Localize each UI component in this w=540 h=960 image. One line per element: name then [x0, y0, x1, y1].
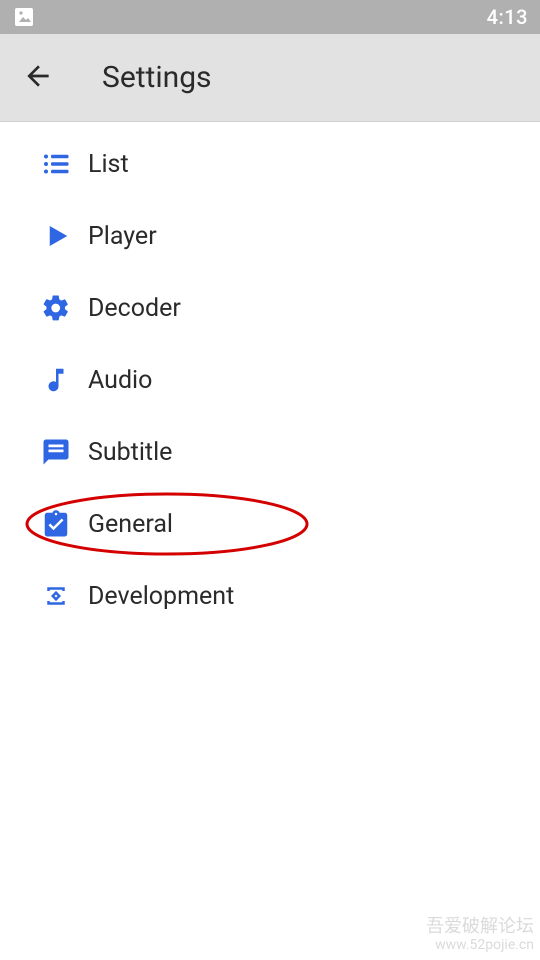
clipboard-check-icon	[40, 508, 72, 540]
watermark: 吾爱破解论坛 www.52pojie.cn	[426, 916, 534, 954]
settings-item-label: Decoder	[88, 294, 181, 323]
chat-icon	[40, 436, 72, 468]
watermark-line1: 吾爱破解论坛	[426, 916, 534, 938]
settings-item-label: General	[88, 510, 173, 539]
music-note-icon	[40, 364, 72, 396]
settings-item-development[interactable]: Development	[0, 560, 540, 632]
play-icon	[40, 220, 72, 252]
arrow-back-icon	[22, 60, 54, 95]
settings-item-decoder[interactable]: Decoder	[0, 272, 540, 344]
page-title: Settings	[102, 60, 212, 95]
status-bar: 4:13	[0, 0, 540, 34]
settings-item-player[interactable]: Player	[0, 200, 540, 272]
app-bar: Settings	[0, 34, 540, 122]
page-root: 4:13 Settings List Player Decoder	[0, 0, 540, 960]
settings-list: List Player Decoder Audio Subtitle	[0, 122, 540, 632]
status-time: 4:13	[487, 5, 528, 29]
gear-icon	[40, 292, 72, 324]
settings-item-general[interactable]: General	[0, 488, 540, 560]
back-button[interactable]	[18, 58, 58, 98]
settings-item-subtitle[interactable]: Subtitle	[0, 416, 540, 488]
settings-item-label: List	[88, 150, 129, 179]
settings-item-label: Subtitle	[88, 438, 172, 467]
watermark-line2: www.52pojie.cn	[426, 937, 534, 954]
settings-item-audio[interactable]: Audio	[0, 344, 540, 416]
settings-item-list[interactable]: List	[0, 128, 540, 200]
list-icon	[40, 148, 72, 180]
settings-item-label: Development	[88, 582, 234, 611]
developer-mode-icon	[40, 580, 72, 612]
settings-item-label: Player	[88, 222, 157, 251]
image-icon	[12, 5, 36, 29]
settings-item-label: Audio	[88, 366, 152, 395]
